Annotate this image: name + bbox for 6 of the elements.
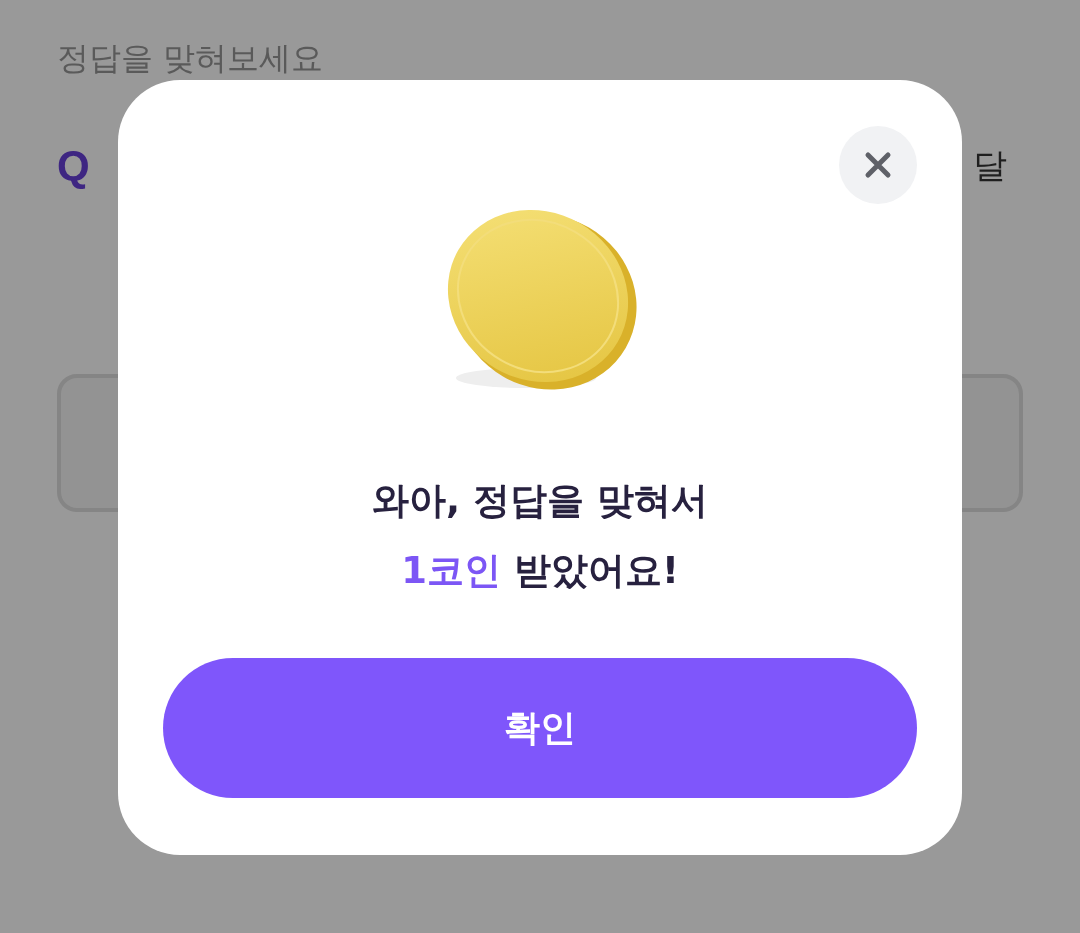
instruction-text: 정답을 맞혀보세요: [57, 38, 325, 78]
confirm-button[interactable]: 확인: [163, 658, 917, 798]
question-label: Q: [57, 142, 90, 190]
question-text: 달: [973, 144, 1007, 187]
reward-message: 와아, 정답을 맞혀서 1코인 받았어요!: [372, 478, 708, 594]
close-icon: [864, 151, 892, 179]
